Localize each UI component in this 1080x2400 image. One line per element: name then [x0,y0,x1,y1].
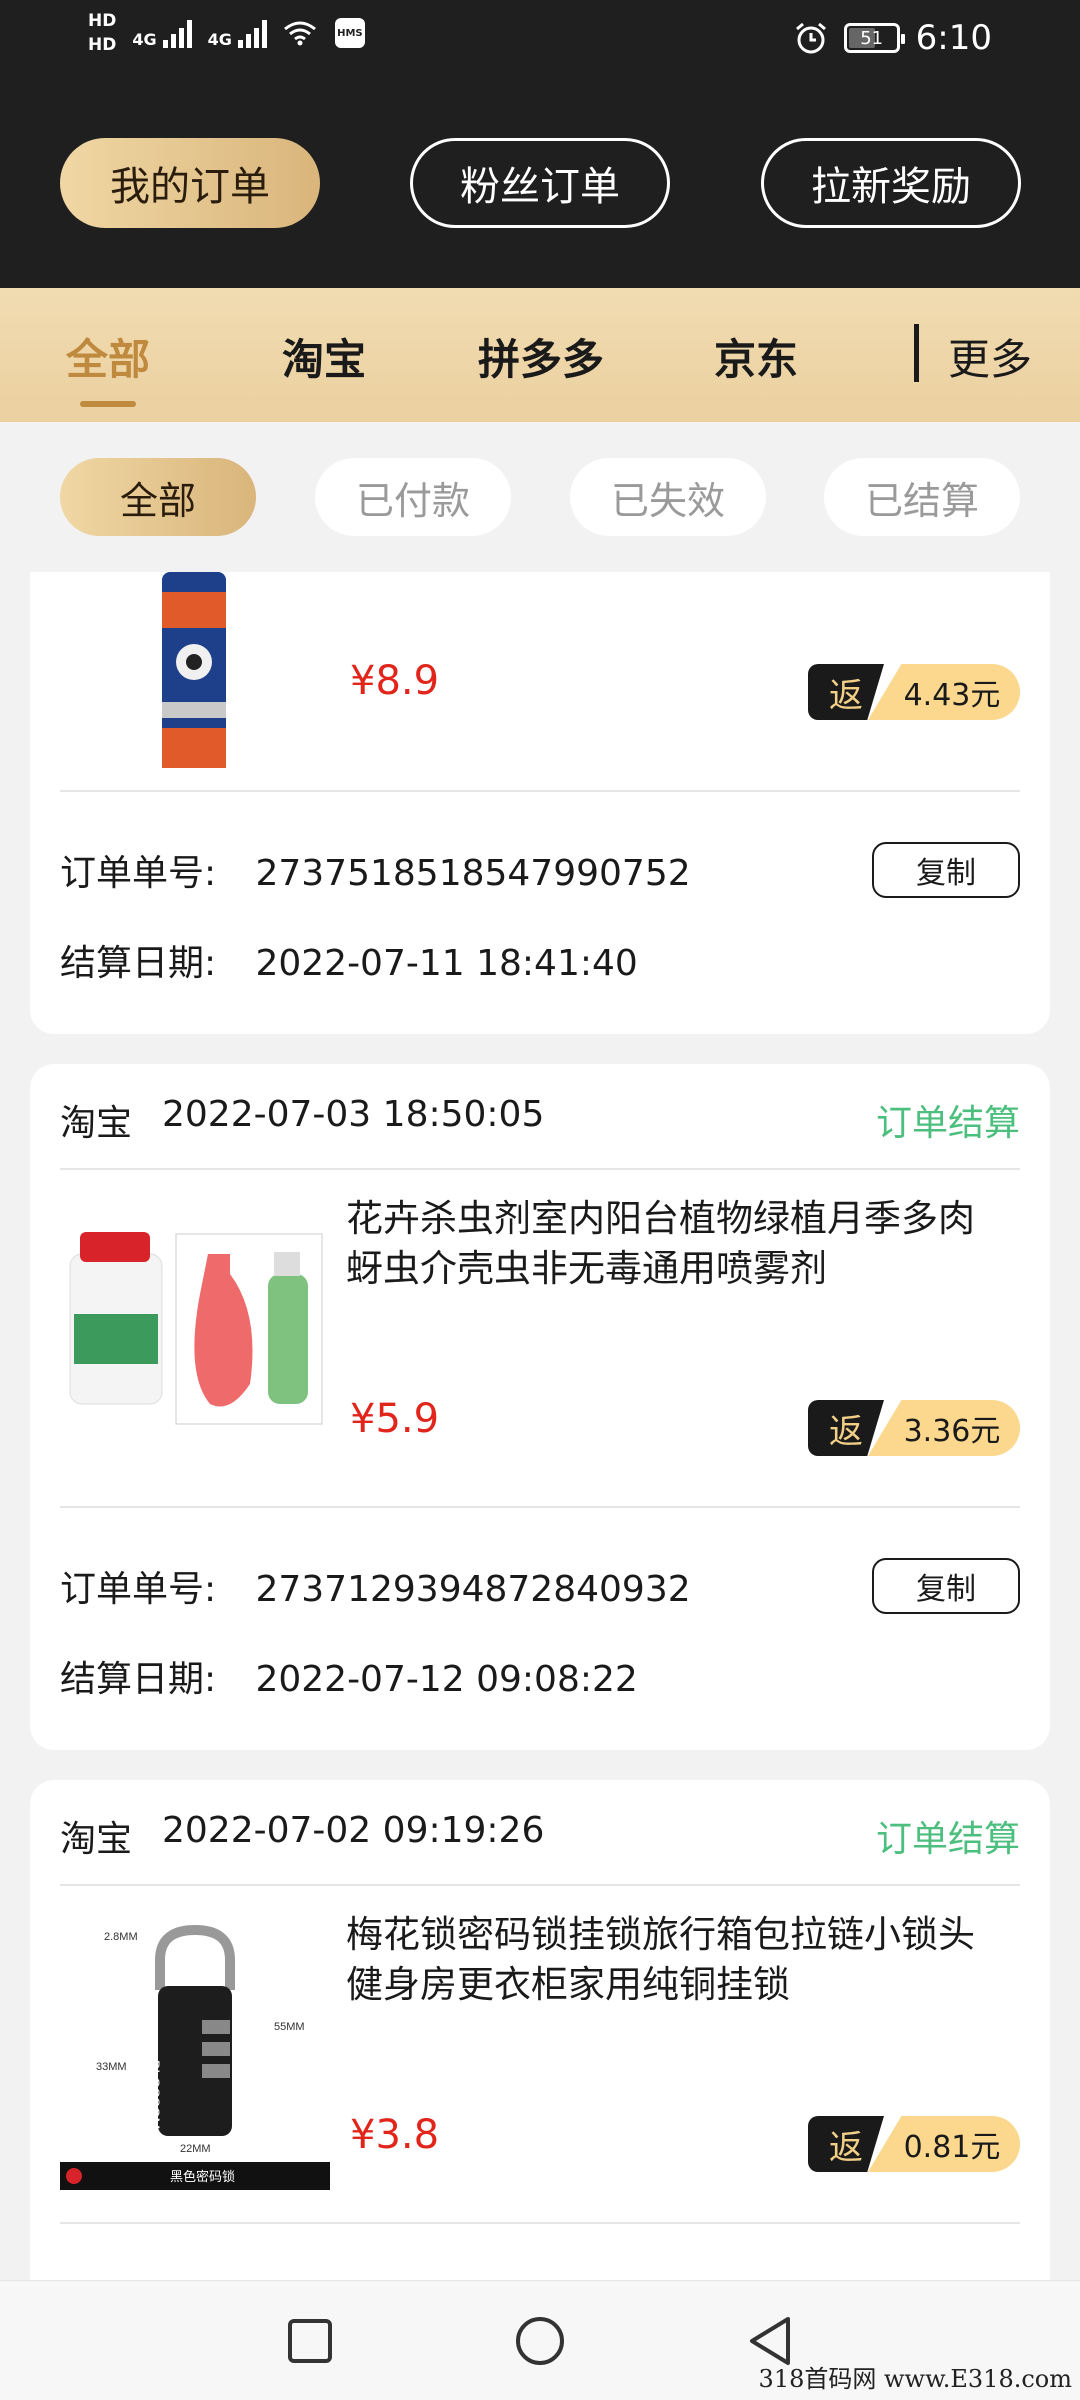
product-price: ¥5.9 [350,1396,440,1442]
order-date: 2022-07-02 09:19:26 [162,1810,545,1851]
order-number: 2737518518547990752 [255,853,691,894]
order-header: 淘宝 2022-07-02 09:19:26 订单结算 [60,1810,1020,1860]
alarm-icon [795,22,826,54]
rebate-amount: 0.81元 [868,2116,1020,2172]
order-number-row: 订单单号: 2737129394872840932 [60,1560,691,1612]
order-card: ¥8.9 返 4.43元 订单单号: 2737518518547990752 复… [30,572,1050,1034]
settle-date-row: 结算日期: 2022-07-11 18:41:40 [60,934,638,986]
status-bar-left: HD HD 4G 4G HMS [88,12,365,54]
lock-height-label: 33MM [96,2061,127,2073]
home-icon[interactable] [510,2311,570,2371]
signal-2-icon: 4G [208,18,267,48]
settle-date-label: 结算日期: [60,1659,217,1700]
tab-fan-orders[interactable]: 粉丝订单 [410,138,670,228]
rebate-label: 返 [808,2116,884,2172]
order-card: 淘宝 2022-07-02 09:19:26 订单结算 BLOSSOM 2.8M… [30,1780,1050,2280]
card-divider [60,1506,1020,1508]
card-divider [60,2222,1020,2224]
rebate-badge: 返 3.36元 [808,1400,1020,1456]
lock-total-height-label: 55MM [274,2021,305,2033]
product-price: ¥8.9 [350,658,440,704]
hd-indicators: HD HD [88,12,116,54]
signal-1-icon: 4G [132,18,192,49]
platform-tab-taobao[interactable]: 淘宝 [282,326,366,387]
clock: 6:10 [915,18,992,58]
tab-my-orders[interactable]: 我的订单 [60,138,320,228]
order-header: 淘宝 2022-07-03 18:50:05 订单结算 [60,1094,1020,1144]
settle-date-row: 结算日期: 2022-07-12 09:08:22 [60,1650,638,1702]
rebate-label: 返 [808,1400,884,1456]
recent-apps-icon[interactable] [280,2311,340,2371]
more-divider [914,324,919,382]
battery-icon: 51 [843,23,905,53]
order-platform: 淘宝 [60,1103,133,1144]
rebate-amount: 3.36元 [868,1400,1020,1456]
network-type-2: 4G [207,30,232,49]
rebate-amount: 4.43元 [868,664,1020,720]
lock-brand: BLOSSOM [147,2060,163,2129]
app-header: HD HD 4G 4G HMS 51 6:10 我的订单 粉丝订单 拉新奖励 [0,0,1080,288]
filter-invalid[interactable]: 已失效 [570,458,766,536]
platform-tab-pinduoduo[interactable]: 拼多多 [478,326,604,387]
product-image-spray-can [60,572,330,822]
product-price: ¥3.8 [350,2112,440,2158]
watermark: 318首码网 www.E318.com [758,2365,1072,2393]
lock-width-label: 2.8MM [104,1931,138,1943]
card-divider [60,1884,1020,1886]
order-platform: 淘宝 [60,1819,133,1860]
product-title[interactable]: 花卉杀虫剂室内阳台植物绿植月季多肉蚜虫介壳虫非无毒通用喷雾剂 [346,1194,1006,1294]
tab-referral-rewards[interactable]: 拉新奖励 [761,138,1021,228]
rebate-badge: 返 4.43元 [808,664,1020,720]
rebate-badge: 返 0.81元 [808,2116,1020,2172]
platform-tabs: 全部 淘宝 拼多多 京东 更多 [0,288,1080,422]
battery-level: 51 [860,27,884,49]
lock-footer-label: 黑色密码锁 [170,2169,235,2185]
order-number: 2737129394872840932 [255,1569,691,1610]
platform-tab-all[interactable]: 全部 [66,326,150,387]
product-image-pesticide [60,1204,330,1474]
order-status: 订单结算 [875,1103,1020,1144]
copy-button[interactable]: 复制 [872,1558,1020,1614]
order-type-tabs: 我的订单 粉丝订单 拉新奖励 [0,138,1080,230]
settle-date: 2022-07-11 18:41:40 [255,943,638,984]
filter-all[interactable]: 全部 [60,458,256,536]
filter-settled[interactable]: 已结算 [824,458,1020,536]
copy-button[interactable]: 复制 [872,842,1020,898]
lock-base-label: 22MM [180,2143,211,2155]
order-card: 淘宝 2022-07-03 18:50:05 订单结算 花卉杀虫剂室内阳台植物绿… [30,1064,1050,1750]
wifi-icon [283,21,316,46]
order-list[interactable]: ¥8.9 返 4.43元 订单单号: 2737518518547990752 复… [0,572,1080,2280]
card-divider [60,1168,1020,1170]
system-navigation-bar: 318首码网 www.E318.com [0,2280,1080,2400]
card-divider [60,790,1020,792]
hd-badge-2: HD [88,35,117,55]
hms-icon: HMS [334,18,365,48]
settle-date: 2022-07-12 09:08:22 [255,1659,638,1700]
rebate-label: 返 [808,664,884,720]
product-image-padlock: BLOSSOM 2.8MM 33MM 55MM 22MM 黑色密码锁 [60,1920,330,2190]
status-bar: HD HD 4G 4G HMS 51 6:10 [0,0,1080,80]
order-date: 2022-07-03 18:50:05 [162,1094,545,1135]
active-tab-indicator [80,401,136,407]
status-filters: 全部 已付款 已失效 已结算 [0,422,1080,572]
order-status: 订单结算 [875,1819,1020,1860]
status-bar-right: 51 6:10 [794,18,992,58]
order-number-label: 订单单号: [60,853,217,894]
product-title[interactable]: 梅花锁密码锁挂锁旅行箱包拉链小锁头健身房更衣柜家用纯铜挂锁 [346,1910,1006,2010]
hd-badge-1: HD [88,11,117,31]
order-number-row: 订单单号: 2737518518547990752 [60,844,691,896]
settle-date-label: 结算日期: [60,943,217,984]
order-number-label: 订单单号: [60,1569,217,1610]
network-type-1: 4G [132,30,157,49]
filter-paid[interactable]: 已付款 [315,458,511,536]
platform-tab-jd[interactable]: 京东 [714,326,798,387]
platform-tab-more[interactable]: 更多 [948,326,1032,387]
